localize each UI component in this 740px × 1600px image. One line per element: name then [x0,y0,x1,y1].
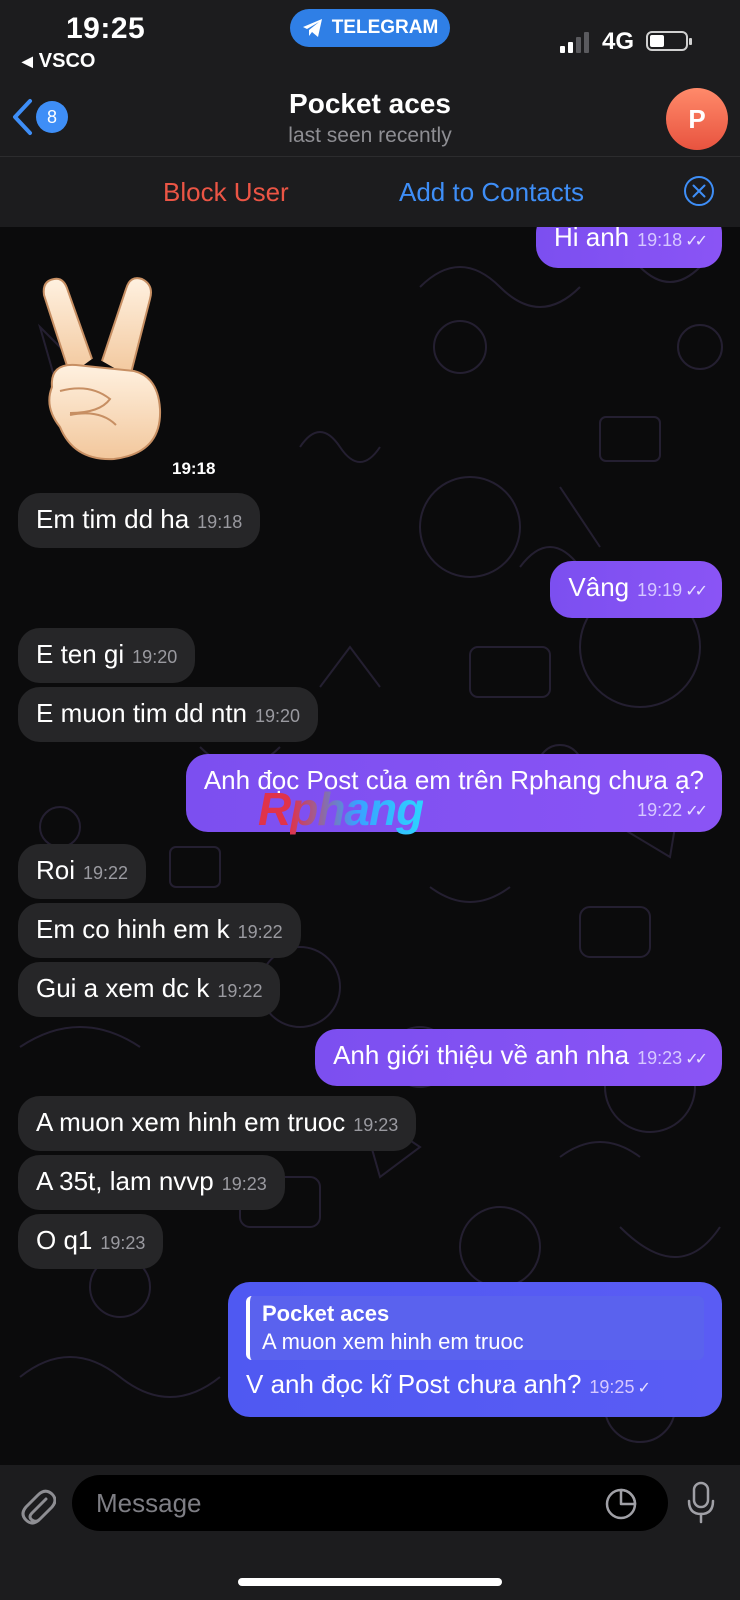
message-time: 19:23 [353,1115,399,1135]
unread-badge: 8 [36,101,68,133]
message-text: Roi [36,855,76,885]
message-out[interactable]: Anh giới thiệu về anh nha 19:23 ✓✓ [315,1029,722,1086]
message-text: E ten gi [36,639,125,669]
message-in[interactable]: O q1 19:23 [18,1214,164,1269]
message-out-reply[interactable]: Pocket aces A muon xem hinh em truoc V a… [228,1282,722,1417]
signal-icon [560,31,589,53]
status-time: 19:25 [66,12,146,45]
message-text: A muon xem hinh em truoc [36,1107,346,1137]
message-input[interactable]: Message [72,1475,668,1531]
battery-icon [646,31,692,51]
back-app-label: VSCO [38,50,96,72]
message-time: 19:25 [589,1377,635,1397]
message-in[interactable]: A 35t, lam nvvp 19:23 [18,1155,285,1210]
message-out[interactable]: Hi anh 19:18 ✓✓ [535,227,722,268]
block-user-button[interactable]: Block User [163,177,289,208]
back-button[interactable]: 8 [10,98,68,136]
message-text: O q1 [36,1225,93,1255]
message-time: 19:19 [637,580,683,600]
message-time: 19:23 [637,1048,683,1068]
reply-name: Pocket aces [262,1301,390,1326]
message-time: 19:23 [100,1233,146,1253]
sent-tick-icon: ✓ [637,1380,651,1397]
message-text: E muon tim dd ntn [36,698,247,728]
vsco-back-icon: ◀ [22,53,33,69]
message-text: Hi anh [553,227,630,252]
message-text: V anh đọc kĩ Post chưa anh? [246,1369,582,1399]
network-type: 4G [602,28,635,55]
reply-quote[interactable]: Pocket aces A muon xem hinh em truoc [246,1296,704,1360]
attach-icon[interactable] [18,1483,56,1527]
composer-bar: Message [0,1465,740,1600]
message-out[interactable]: Vâng 19:19 ✓✓ [550,561,722,618]
message-text: Anh giới thiệu về anh nha [333,1040,630,1070]
read-ticks-icon: ✓✓ [685,803,708,820]
message-in[interactable]: Em tim dd ha 19:18 [18,493,261,548]
read-ticks-icon: ✓✓ [685,583,708,600]
message-time: 19:22 [237,922,283,942]
message-time: 19:22 [217,981,263,1001]
contact-action-bar: Block User Add to Contacts [0,157,740,227]
message-placeholder: Message [96,1488,202,1518]
message-text: Gui a xem dc k [36,973,210,1003]
message-time: 19:20 [255,706,301,726]
message-in[interactable]: Roi 19:22 [18,844,147,899]
message-text: Em tim dd ha [36,504,190,534]
add-to-contacts-button[interactable]: Add to Contacts [399,177,584,208]
message-time: 19:22 [637,800,683,820]
watermark-logo: Rphang [258,783,424,835]
mic-icon[interactable] [686,1481,716,1525]
message-in[interactable]: E muon tim dd ntn 19:20 [18,687,319,742]
reply-text: A muon xem hinh em truoc [262,1329,524,1354]
message-text: A 35t, lam nvvp [36,1166,214,1196]
telegram-pill-label: TELEGRAM [331,17,439,38]
sticker-icon[interactable] [604,1487,638,1521]
message-in[interactable]: Em co hinh em k 19:22 [18,903,301,958]
close-circle-icon[interactable] [683,175,715,207]
message-time: 19:23 [221,1174,267,1194]
message-text: Em co hinh em k [36,914,230,944]
chat-subtitle: last seen recently [288,124,452,147]
home-indicator[interactable] [238,1578,502,1586]
read-ticks-icon: ✓✓ [685,1051,708,1068]
message-in[interactable]: E ten gi 19:20 [18,628,196,683]
back-to-app[interactable]: ◀ VSCO [22,50,95,73]
message-in[interactable]: Gui a xem dc k 19:22 [18,962,281,1017]
message-in[interactable]: A muon xem hinh em truoc 19:23 [18,1096,417,1151]
avatar[interactable]: P [666,88,728,150]
read-ticks-icon: ✓✓ [685,233,708,250]
telegram-icon [302,19,322,37]
message-time: 19:18 [197,512,243,532]
chat-area[interactable]: Hi anh 19:18 ✓✓ 19:18 Em tim dd ha 19:18 Vâ… [0,227,740,1465]
message-time: 19:20 [132,647,178,667]
message-text: Vâng [568,572,630,602]
victory-hand-sticker [42,277,162,461]
message-time: 19:18 [172,459,216,478]
message-time: 19:22 [83,863,129,883]
chat-title[interactable]: Pocket aces [0,88,740,120]
telegram-pill[interactable]: TELEGRAM [290,9,450,47]
chat-header: Pocket aces last seen recently 8 P [0,80,740,157]
message-time: 19:18 [637,230,683,250]
back-chevron-icon [13,99,32,135]
status-bar: 19:25 ◀ VSCO TELEGRAM 4G [0,0,740,80]
